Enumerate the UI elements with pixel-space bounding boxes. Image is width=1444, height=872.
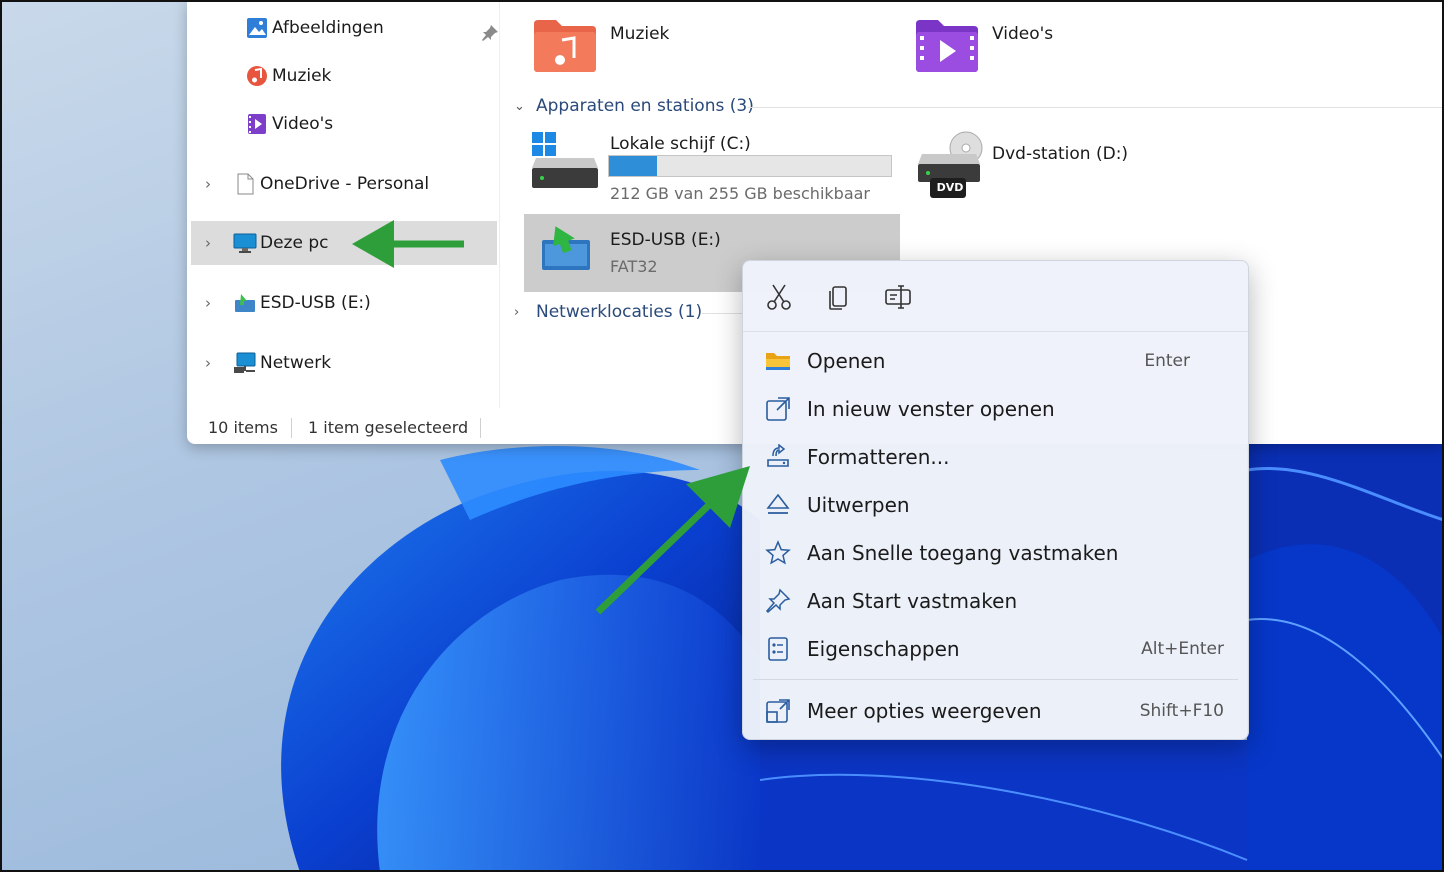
nav-label: Afbeeldingen [272,18,384,38]
folder-tile-videos[interactable]: Video's [914,14,1254,74]
chevron-right-icon[interactable]: › [514,305,528,320]
menu-item-open[interactable]: Openen Enter [751,339,1240,383]
status-separator [291,418,292,438]
group-header-label: Netwerklocaties (1) [536,302,703,322]
pictures-icon [247,18,267,38]
nav-item-network[interactable]: › Netwerk [191,341,497,385]
copy-icon[interactable] [823,281,855,313]
usb-drive-icon [235,294,255,312]
context-menu-toolbar [743,261,1248,332]
nav-label: Video's [272,114,334,134]
context-menu-divider [753,679,1238,680]
star-icon [765,540,791,565]
chevron-right-icon[interactable]: › [205,236,217,251]
menu-item-shortcut: Shift+F10 [1139,701,1224,721]
format-icon [767,444,789,467]
status-selected-count: 1 item geselecteerd [308,418,469,437]
chevron-right-icon[interactable]: › [205,296,217,311]
drive-label: Dvd-station (D:) [992,144,1129,164]
capacity-fill [609,156,657,176]
menu-item-more-options[interactable]: Meer opties weergeven Shift+F10 [751,689,1240,733]
pin-icon[interactable] [481,24,499,42]
folder-open-icon [766,353,790,370]
drive-tile-c[interactable]: Lokale schijf (C:) 212 GB van 255 GB bes… [524,128,900,208]
menu-item-format[interactable]: Formatteren... [751,435,1240,479]
videos-folder-icon [916,20,978,72]
navigation-pane: Afbeeldingen Muziek Video's › OneDrive -… [187,0,500,408]
dvd-badge: DVD [936,181,964,194]
menu-item-label: Formatteren... [807,445,950,469]
nav-item-videos[interactable]: Video's [191,102,497,146]
chevron-down-icon[interactable]: ⌄ [514,99,528,114]
folder-label: Muziek [610,24,670,44]
menu-item-label: Aan Start vastmaken [807,589,1018,613]
menu-item-shortcut: Enter [1144,351,1190,371]
menu-item-shortcut: Alt+Enter [1141,639,1224,659]
menu-item-label: Openen [807,349,886,373]
menu-item-pin-quick-access[interactable]: Aan Snelle toegang vastmaken [751,531,1240,575]
pin-icon [765,588,791,614]
nav-item-esd-usb[interactable]: › ESD-USB (E:) [191,281,497,325]
nav-label: ESD-USB (E:) [260,293,371,313]
properties-icon [768,637,788,661]
onedrive-icon [237,173,254,195]
rename-icon[interactable] [883,281,915,313]
menu-item-pin-start[interactable]: Aan Start vastmaken [751,579,1240,623]
menu-item-properties[interactable]: Eigenschappen Alt+Enter [751,627,1240,671]
menu-item-label: Meer opties weergeven [807,699,1042,723]
group-divider [748,107,1444,108]
annotation-arrow-diagonal [595,466,750,615]
annotation-arrow-left [352,220,464,268]
scissors-icon[interactable] [763,281,795,313]
menu-item-label: Aan Snelle toegang vastmaken [807,541,1119,565]
nav-label: OneDrive - Personal [260,174,430,194]
folder-label: Video's [992,24,1054,44]
eject-icon [766,493,790,514]
group-header-label: Apparaten en stations (3) [536,96,754,116]
windows-drive-icon [532,132,598,188]
group-header-devices[interactable]: ⌄ Apparaten en stations (3) [514,96,754,116]
drive-free-space: 212 GB van 255 GB beschikbaar [610,184,870,203]
folder-tile-music[interactable]: Muziek [532,14,872,74]
menu-item-label: Eigenschappen [807,637,960,661]
usb-drive-icon [542,226,590,270]
status-item-count: 10 items [208,418,278,437]
nav-label: Netwerk [260,353,332,373]
drive-tile-d[interactable]: DVD Dvd-station (D:) [914,128,1254,208]
capacity-bar [608,155,892,177]
more-options-icon [766,699,790,723]
chevron-right-icon[interactable]: › [205,356,217,371]
drive-filesystem: FAT32 [610,257,658,276]
status-separator [480,418,481,438]
menu-item-open-new-window[interactable]: In nieuw venster openen [751,387,1240,431]
group-header-network[interactable]: › Netwerklocaties (1) [514,302,702,322]
nav-item-music[interactable]: Muziek [191,54,497,98]
nav-label: Deze pc [260,233,329,253]
music-icon [247,66,267,86]
menu-item-label: In nieuw venster openen [807,397,1055,421]
this-pc-icon [233,233,257,253]
nav-label: Muziek [272,66,332,86]
music-folder-icon [534,20,596,72]
nav-item-pictures[interactable]: Afbeeldingen [191,6,499,50]
drive-label: ESD-USB (E:) [610,230,721,250]
nav-item-onedrive[interactable]: › OneDrive - Personal [191,162,497,206]
menu-item-label: Uitwerpen [807,493,910,517]
group-divider [702,313,742,314]
open-new-window-icon [766,397,790,421]
menu-item-eject[interactable]: Uitwerpen [751,483,1240,527]
videos-icon [248,114,266,134]
context-menu: Openen Enter In nieuw venster openen For… [742,260,1249,740]
chevron-right-icon[interactable]: › [205,177,217,192]
drive-label: Lokale schijf (C:) [610,134,751,154]
network-icon [234,352,256,373]
